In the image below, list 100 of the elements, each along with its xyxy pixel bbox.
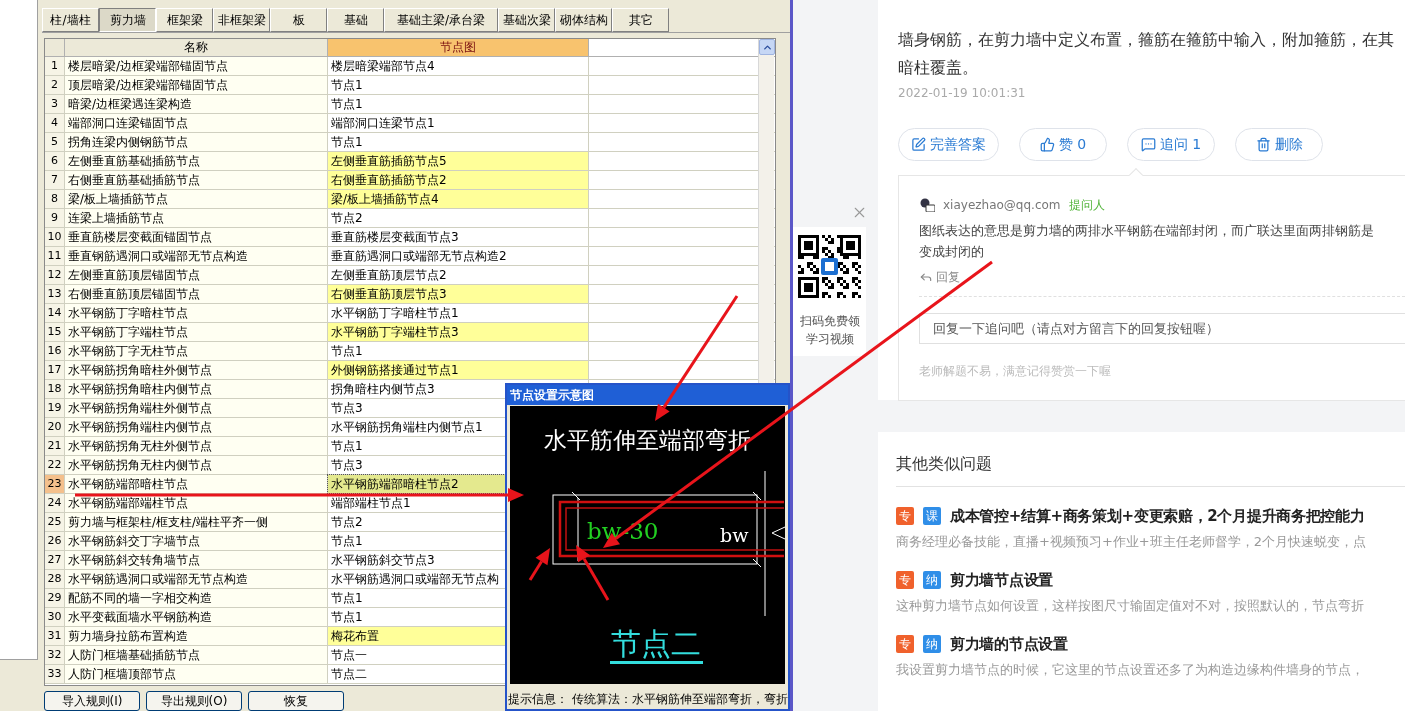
table-cell: 剪力墙身拉筋布置构造 — [65, 627, 328, 645]
answer-text: 暗柱覆盖。 — [898, 57, 978, 79]
row-number: 6 — [45, 152, 65, 170]
table-cell[interactable]: 水平钢筋丁字暗柱节点1 — [328, 304, 589, 322]
row-number: 26 — [45, 532, 65, 550]
table-cell[interactable]: 右侧垂直筋顶层节点3 — [328, 285, 589, 303]
table-cell: 左侧垂直筋基础插筋节点 — [65, 152, 328, 170]
tab[interactable]: 非框架梁 — [213, 8, 270, 32]
tab[interactable]: 基础次梁 — [498, 8, 555, 32]
table-cell[interactable]: 左侧垂直筋插筋节点5 — [328, 152, 589, 170]
rule-button[interactable]: 导出规则(O) — [146, 691, 242, 711]
table-cell: 楼层暗梁/边框梁端部锚固节点 — [65, 57, 328, 75]
tag: 纳 — [923, 571, 941, 590]
table-cell: 暗梁/边框梁遇连梁构造 — [65, 95, 328, 113]
table-cell[interactable]: 梁/板上墙插筋节点4 — [328, 190, 589, 208]
tab[interactable]: 柱/墙柱 — [42, 8, 99, 32]
thumbs-up-icon — [1039, 137, 1055, 152]
row-number: 4 — [45, 114, 65, 132]
table-cell: 水平钢筋拐角无柱内侧节点 — [65, 456, 328, 474]
row-number: 14 — [45, 304, 65, 322]
table-cell: 配筋不同的墙一字相交构造 — [65, 589, 328, 607]
row-number: 22 — [45, 456, 65, 474]
table-cell[interactable]: 端部洞口连梁节点1 — [328, 114, 589, 132]
reply-input[interactable]: 回复一下追问吧（请点对方留言下的回复按钮喔） — [919, 313, 1405, 344]
trash-icon — [1255, 137, 1271, 152]
table-cell: 垂直筋楼层变截面锚固节点 — [65, 228, 328, 246]
row-number: 2 — [45, 76, 65, 94]
column-header[interactable]: 名称 — [65, 39, 328, 56]
row-number: 23 — [45, 475, 65, 493]
row-number: 3 — [45, 95, 65, 113]
table-cell[interactable]: 节点1 — [328, 76, 589, 94]
row-number: 24 — [45, 494, 65, 512]
table-cell: 水平钢筋遇洞口或端部无节点构造 — [65, 570, 328, 588]
table-cell[interactable]: 楼层暗梁端部节点4 — [328, 57, 589, 75]
comment-icon — [1140, 137, 1156, 152]
row-number: 15 — [45, 323, 65, 341]
table-cell: 连梁上墙插筋节点 — [65, 209, 328, 227]
table-cell: 人防门框墙顶部节点 — [65, 665, 328, 683]
tab[interactable]: 剪力墙 — [99, 8, 156, 32]
table-cell: 垂直钢筋遇洞口或端部无节点构造 — [65, 247, 328, 265]
question-title[interactable]: 剪力墙的节点设置 — [950, 633, 1068, 656]
row-number: 20 — [45, 418, 65, 436]
table-cell: 水平钢筋拐角无柱外侧节点 — [65, 437, 328, 455]
table-cell[interactable]: 节点1 — [328, 133, 589, 151]
table-cell: 水平钢筋丁字端柱节点 — [65, 323, 328, 341]
column-header[interactable]: 节点图 — [328, 39, 589, 56]
comment-text: 变成封闭的 — [919, 243, 984, 261]
user-avatar-icon — [919, 198, 935, 212]
question-title[interactable]: 剪力墙节点设置 — [950, 569, 1053, 592]
tag: 专 — [896, 635, 914, 654]
tab[interactable]: 砌体结构 — [555, 8, 612, 32]
table-cell[interactable]: 左侧垂直筋顶层节点2 — [328, 266, 589, 284]
hint-text: 提示信息： 传统算法：水平钢筋伸至端部弯折，弯折 — [507, 691, 788, 708]
table-cell[interactable]: 外侧钢筋搭接通过节点1 — [328, 361, 589, 379]
row-number: 21 — [45, 437, 65, 455]
rule-button[interactable]: 恢复 — [248, 691, 344, 711]
table-cell: 右侧垂直筋顶层锚固节点 — [65, 285, 328, 303]
tag: 专 — [896, 507, 914, 526]
table-cell: 水平钢筋拐角端柱外侧节点 — [65, 399, 328, 417]
row-number: 33 — [45, 665, 65, 683]
table-cell[interactable]: 垂直筋遇洞口或端部无节点构造2 — [328, 247, 589, 265]
tag: 专 — [896, 571, 914, 590]
row-number: 7 — [45, 171, 65, 189]
row-number: 25 — [45, 513, 65, 531]
table-cell[interactable]: 节点1 — [328, 342, 589, 360]
promo-text: 学习视频 — [804, 331, 855, 348]
table-cell[interactable]: 水平钢筋丁字端柱节点3 — [328, 323, 589, 341]
user-email[interactable]: xiayezhao@qq.com — [943, 196, 1061, 214]
row-number: 8 — [45, 190, 65, 208]
tab[interactable]: 其它 — [612, 8, 669, 32]
node-caption: 节点二 — [610, 626, 703, 664]
tab[interactable]: 板 — [270, 8, 327, 32]
row-number: 19 — [45, 399, 65, 417]
table-cell[interactable]: 节点1 — [328, 95, 589, 113]
tab[interactable]: 基础 — [327, 8, 384, 32]
table-cell[interactable]: 垂直筋楼层变截面节点3 — [328, 228, 589, 246]
question-summary: 商务经理必备技能，直播+视频预习+作业+班主任老师督学，2个月快速蜕变，点 — [896, 532, 1366, 551]
reply-icon — [919, 270, 933, 284]
asker-label: 提问人 — [1068, 197, 1105, 214]
table-cell[interactable]: 右侧垂直筋插筋节点2 — [328, 171, 589, 189]
row-number: 12 — [45, 266, 65, 284]
table-cell: 端部洞口连梁锚固节点 — [65, 114, 328, 132]
table-cell: 水平钢筋丁字暗柱节点 — [65, 304, 328, 322]
table-cell: 左侧垂直筋顶层锚固节点 — [65, 266, 328, 284]
tab[interactable]: 框架梁 — [156, 8, 213, 32]
width-label: bw — [720, 524, 749, 546]
row-number: 5 — [45, 133, 65, 151]
section-title: 其他类似问题 — [896, 453, 992, 475]
row-number: 17 — [45, 361, 65, 379]
table-cell: 水平钢筋拐角暗柱外侧节点 — [65, 361, 328, 379]
table-cell: 水平钢筋端部暗柱节点 — [65, 475, 328, 493]
question-title[interactable]: 成本管控+结算+商务策划+变更索赔，2个月提升商务把控能力 — [950, 505, 1365, 528]
row-number: 9 — [45, 209, 65, 227]
rule-button[interactable]: 导入规则(I) — [44, 691, 140, 711]
table-cell: 右侧垂直筋基础插筋节点 — [65, 171, 328, 189]
scroll-up-button[interactable] — [759, 39, 775, 55]
promo-text: 扫码免费领 — [799, 313, 860, 330]
reply-link[interactable]: 回复 — [919, 268, 960, 286]
table-cell[interactable]: 节点2 — [328, 209, 589, 227]
tab[interactable]: 基础主梁/承台梁 — [384, 8, 498, 32]
